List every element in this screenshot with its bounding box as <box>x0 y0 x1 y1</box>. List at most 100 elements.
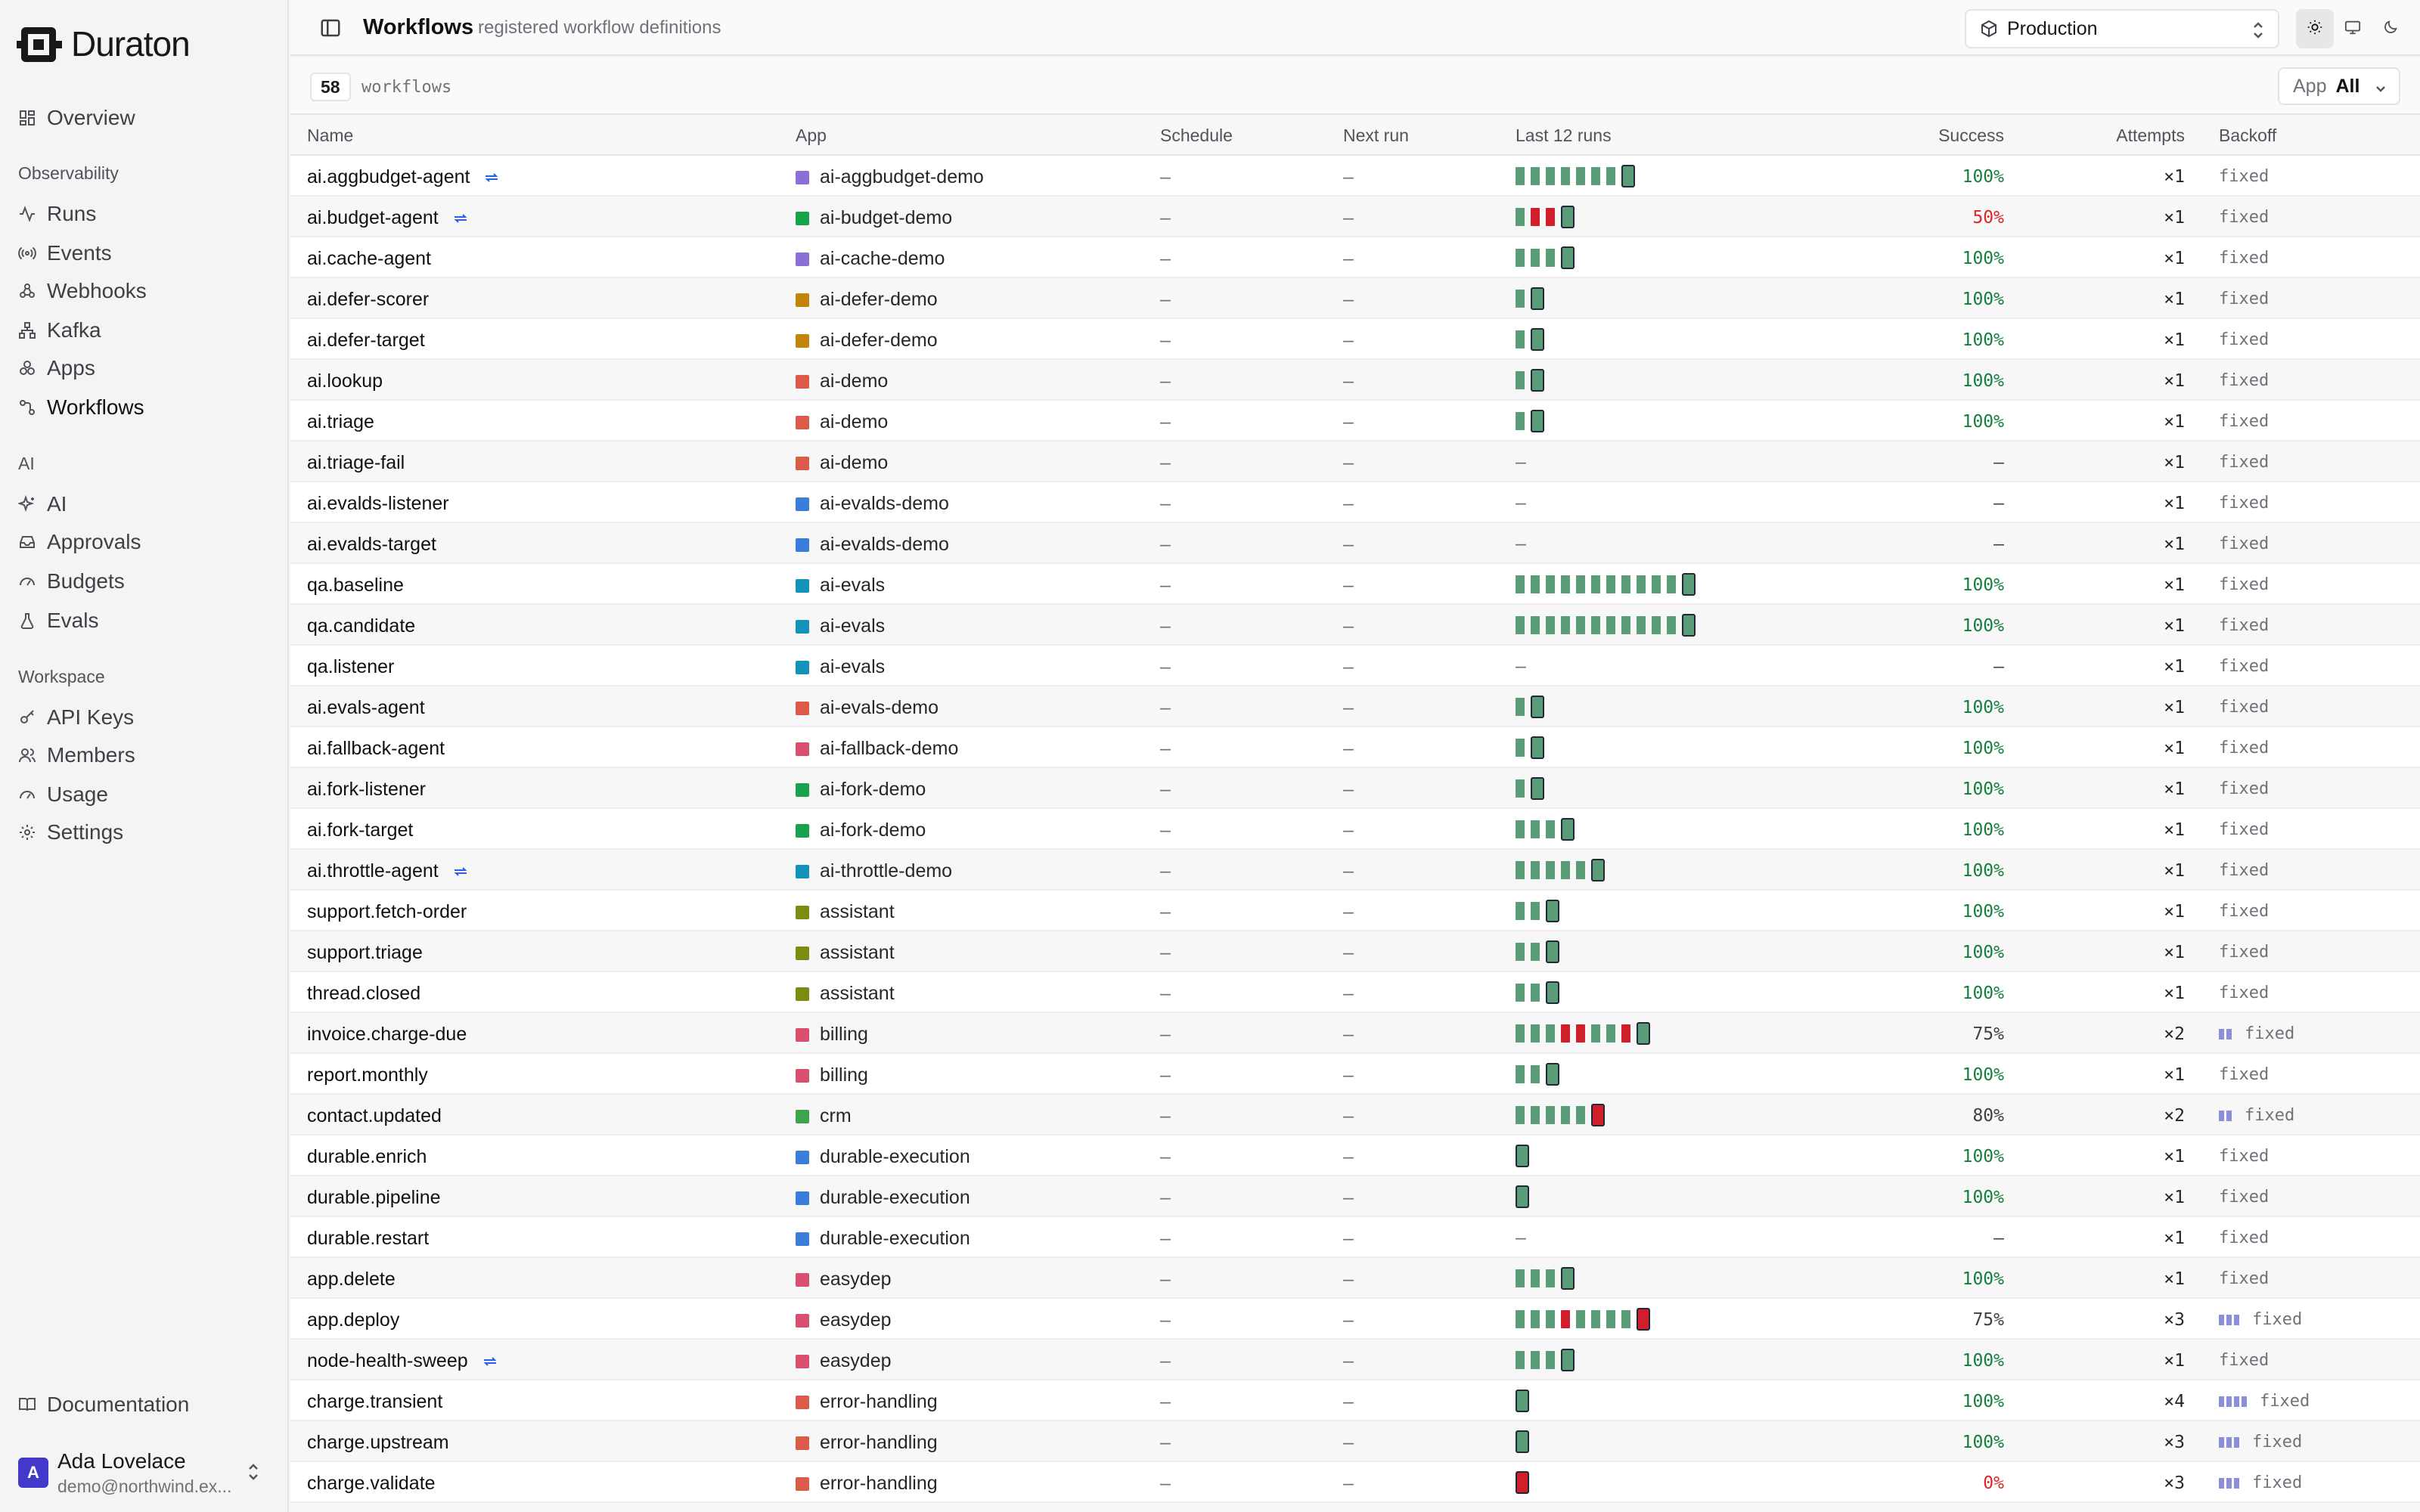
run-success-marker[interactable] <box>1546 940 1559 963</box>
run-success-marker[interactable] <box>1546 616 1555 634</box>
sidebar-item-members[interactable]: Members <box>18 738 135 773</box>
sidebar-item-documentation[interactable]: Documentation <box>18 1388 189 1421</box>
sidebar-item-approvals[interactable]: Approvals <box>18 525 141 559</box>
app-cell[interactable]: ai-cache-demo <box>796 248 945 270</box>
app-cell[interactable]: error-handling <box>796 1391 938 1413</box>
run-success-marker[interactable] <box>1546 1024 1555 1043</box>
run-success-marker[interactable] <box>1516 249 1525 267</box>
run-success-marker[interactable] <box>1591 575 1600 593</box>
table-row[interactable]: ai.fork-target ai-fork-demo – – 100% ×1 fixed <box>290 809 2420 850</box>
workflow-name[interactable]: qa.baseline <box>307 575 404 596</box>
app-cell[interactable]: assistant <box>796 942 895 964</box>
table-row[interactable]: contact.updated crm – – 80% ×2 fixed <box>290 1095 2420 1136</box>
run-success-marker[interactable] <box>1546 1351 1555 1369</box>
run-success-marker[interactable] <box>1546 1063 1559 1086</box>
run-success-marker[interactable] <box>1531 167 1540 185</box>
app-filter-select[interactable]: App All <box>2278 67 2400 105</box>
run-success-marker[interactable] <box>1546 820 1555 838</box>
run-success-marker[interactable] <box>1516 1106 1525 1124</box>
workflow-name[interactable]: charge.validate <box>307 1473 436 1495</box>
run-success-marker[interactable] <box>1591 1310 1600 1328</box>
run-success-marker[interactable] <box>1561 1106 1570 1124</box>
sidebar-toggle-icon[interactable] <box>319 17 342 39</box>
workflow-name[interactable]: ai.lookup <box>307 370 383 392</box>
run-success-marker[interactable] <box>1531 861 1540 879</box>
workflow-name[interactable]: qa.candidate <box>307 615 415 637</box>
app-cell[interactable]: ai-evalds-demo <box>796 534 949 556</box>
sidebar-item-usage[interactable]: Usage <box>18 777 108 812</box>
run-failure-marker[interactable] <box>1637 1308 1650 1331</box>
run-success-marker[interactable] <box>1621 165 1635 187</box>
run-success-marker[interactable] <box>1516 1310 1525 1328</box>
app-cell[interactable]: ai-evals <box>796 575 885 596</box>
table-row[interactable]: ai.lookup ai-demo – – 100% ×1 fixed <box>290 360 2420 401</box>
run-failure-marker[interactable] <box>1516 1471 1529 1494</box>
app-cell[interactable]: assistant <box>796 901 895 923</box>
table-row[interactable]: durable.pipeline durable-execution – – 100% ×… <box>290 1176 2420 1217</box>
workflow-name[interactable]: ai.cache-agent <box>307 248 431 270</box>
run-success-marker[interactable] <box>1546 981 1559 1004</box>
run-success-marker[interactable] <box>1561 575 1570 593</box>
table-row[interactable]: app.delete easydep – – 100% ×1 fixed <box>290 1258 2420 1299</box>
run-success-marker[interactable] <box>1591 167 1600 185</box>
app-cell[interactable]: ai-evals <box>796 656 885 678</box>
run-success-marker[interactable] <box>1531 984 1540 1002</box>
workflow-name[interactable]: contact.updated <box>307 1105 442 1127</box>
run-success-marker[interactable] <box>1516 779 1525 798</box>
run-failure-marker[interactable] <box>1591 1104 1605 1126</box>
run-success-marker[interactable] <box>1516 616 1525 634</box>
run-success-marker[interactable] <box>1576 167 1585 185</box>
app-cell[interactable]: durable-execution <box>796 1228 970 1250</box>
run-success-marker[interactable] <box>1591 616 1600 634</box>
run-success-marker[interactable] <box>1606 1310 1615 1328</box>
table-row[interactable]: invoice.charge-due billing – – 75% ×2 fixed <box>290 1013 2420 1054</box>
run-success-marker[interactable] <box>1531 943 1540 961</box>
run-success-marker[interactable] <box>1531 1310 1540 1328</box>
workflow-name[interactable]: ai.triage-fail <box>307 452 405 474</box>
sidebar-item-runs[interactable]: Runs <box>18 197 96 231</box>
workflow-name[interactable]: ai.defer-scorer <box>307 289 429 311</box>
app-cell[interactable]: ai-defer-demo <box>796 330 938 352</box>
column-header-app[interactable]: App <box>796 125 827 146</box>
run-success-marker[interactable] <box>1561 246 1575 269</box>
app-cell[interactable]: billing <box>796 1064 868 1086</box>
run-success-marker[interactable] <box>1516 1390 1529 1412</box>
sidebar-item-overview[interactable]: Overview <box>18 101 135 135</box>
workflow-name[interactable]: ai.evalds-listener <box>307 493 449 515</box>
run-success-marker[interactable] <box>1591 859 1605 881</box>
table-row[interactable]: support.triage assistant – – 100% ×1 fixed <box>290 931 2420 972</box>
app-cell[interactable]: assistant <box>796 983 895 1005</box>
app-cell[interactable]: ai-demo <box>796 411 888 433</box>
workflow-name[interactable]: support.fetch-order <box>307 901 467 923</box>
table-row[interactable]: qa.baseline ai-evals – – 100% ×1 fixed <box>290 564 2420 605</box>
run-success-marker[interactable] <box>1637 1022 1650 1045</box>
run-success-marker[interactable] <box>1516 1430 1529 1453</box>
run-success-marker[interactable] <box>1576 1310 1585 1328</box>
run-success-marker[interactable] <box>1516 943 1525 961</box>
run-success-marker[interactable] <box>1531 410 1544 432</box>
run-success-marker[interactable] <box>1516 739 1525 757</box>
run-success-marker[interactable] <box>1516 861 1525 879</box>
table-row[interactable]: node-health-sweep easydep – – 100% ×1 fixed <box>290 1340 2420 1380</box>
brand-logo[interactable]: Duraton <box>17 23 191 65</box>
sidebar-item-budgets[interactable]: Budgets <box>18 564 125 599</box>
table-row[interactable]: durable.restart durable-execution – – – – ×1 fi… <box>290 1217 2420 1258</box>
sidebar-item-webhooks[interactable]: Webhooks <box>18 274 147 308</box>
table-row[interactable]: qa.candidate ai-evals – – 100% ×1 fixed <box>290 605 2420 646</box>
app-cell[interactable]: easydep <box>796 1309 892 1331</box>
app-cell[interactable]: ai-throttle-demo <box>796 860 952 882</box>
run-success-marker[interactable] <box>1546 249 1555 267</box>
app-cell[interactable]: durable-execution <box>796 1187 970 1209</box>
run-success-marker[interactable] <box>1516 1024 1525 1043</box>
run-success-marker[interactable] <box>1606 616 1615 634</box>
app-cell[interactable]: ai-fork-demo <box>796 779 926 801</box>
app-cell[interactable]: ai-evalds-demo <box>796 493 949 515</box>
user-menu[interactable]: A Ada Lovelace demo@northwind.ex... <box>18 1444 271 1501</box>
table-row[interactable]: ai.evalds-listener ai-evalds-demo – – – – ×1 fi… <box>290 482 2420 523</box>
app-cell[interactable]: ai-fallback-demo <box>796 738 958 760</box>
table-row[interactable]: report.monthly billing – – 100% ×1 fixed <box>290 1054 2420 1095</box>
app-cell[interactable]: ai-demo <box>796 370 888 392</box>
environment-select[interactable]: Production <box>1965 9 2279 48</box>
run-success-marker[interactable] <box>1591 1024 1600 1043</box>
run-success-marker[interactable] <box>1621 575 1630 593</box>
